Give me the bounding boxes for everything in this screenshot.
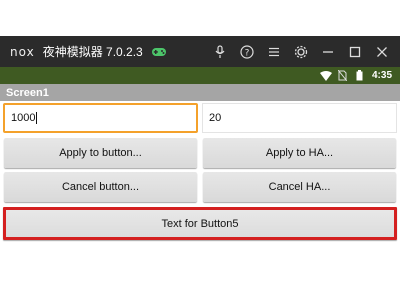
svg-text:?: ? [245,48,250,58]
microphone-icon[interactable] [208,36,232,67]
menu-icon[interactable] [262,36,286,67]
status-time: 4:35 [371,70,392,81]
minimize-icon[interactable] [316,36,340,67]
gamepad-icon[interactable] [151,44,167,60]
emulator-controls: ? [205,36,394,67]
text-field-1-value: 1000 [11,112,36,124]
screen-content: 1000 20 Apply to button... Apply to HA..… [0,101,400,300]
settings-gear-icon[interactable] [289,36,313,67]
top-blank-area [0,0,400,36]
wifi-icon [319,69,333,83]
apply-to-button-button[interactable]: Apply to button... [4,138,197,168]
cancel-ha-button[interactable]: Cancel HA... [203,172,396,202]
text-field-2-value: 20 [209,112,222,124]
close-icon[interactable] [370,36,394,67]
app-title-bar: Screen1 [0,84,400,101]
text-field-1[interactable]: 1000 [3,103,198,133]
battery-icon [353,69,367,83]
text-field-2[interactable]: 20 [202,103,397,133]
screen-title: Screen1 [6,86,49,99]
cancel-button-button[interactable]: Cancel button... [4,172,197,202]
emulator-title: 夜神模拟器 7.0.2.3 [42,45,143,59]
android-status-bar: 4:35 [0,67,400,84]
apply-to-ha-button[interactable]: Apply to HA... [203,138,396,168]
button5[interactable]: Text for Button5 [3,207,397,240]
emulator-title-bar: nox 夜神模拟器 7.0.2.3 ? [0,36,400,67]
maximize-icon[interactable] [343,36,367,67]
nox-logo: nox [10,44,35,59]
no-sim-icon [336,69,350,83]
help-icon[interactable]: ? [235,36,259,67]
text-caret [36,112,38,124]
